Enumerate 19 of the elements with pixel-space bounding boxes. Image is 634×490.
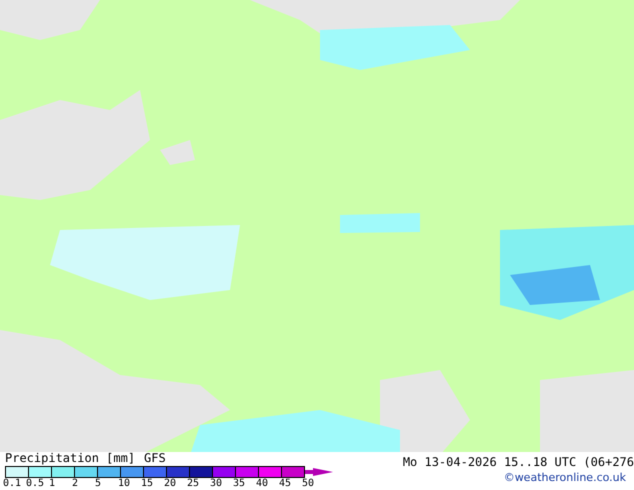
scale-label: 35 — [233, 478, 246, 490]
scale-label: 15 — [141, 478, 154, 490]
credit-link[interactable]: ©weatheronline.co.uk — [504, 471, 634, 484]
scale-label: 25 — [187, 478, 200, 490]
model-name: GFS — [144, 452, 166, 465]
legend-title: Precipitation [mm] — [5, 452, 136, 465]
scale-label: 5 — [95, 478, 102, 490]
scale-label: 0.5 — [26, 478, 46, 490]
valid-time: Mo 13-04-2026 15..18 UTC (06+276 — [402, 456, 634, 469]
arrow-icon — [305, 468, 333, 476]
scale-label: 1 — [49, 478, 56, 490]
scale-label: 20 — [164, 478, 178, 490]
scale-label: 2 — [72, 478, 80, 490]
scale-label: 10 — [118, 478, 132, 490]
scale-label: 30 — [210, 478, 224, 490]
scale-label: 45 — [279, 478, 292, 490]
scale-label: 50 — [302, 478, 316, 490]
scale-label: 40 — [256, 478, 270, 490]
scale-label: 0.1 — [3, 478, 22, 490]
